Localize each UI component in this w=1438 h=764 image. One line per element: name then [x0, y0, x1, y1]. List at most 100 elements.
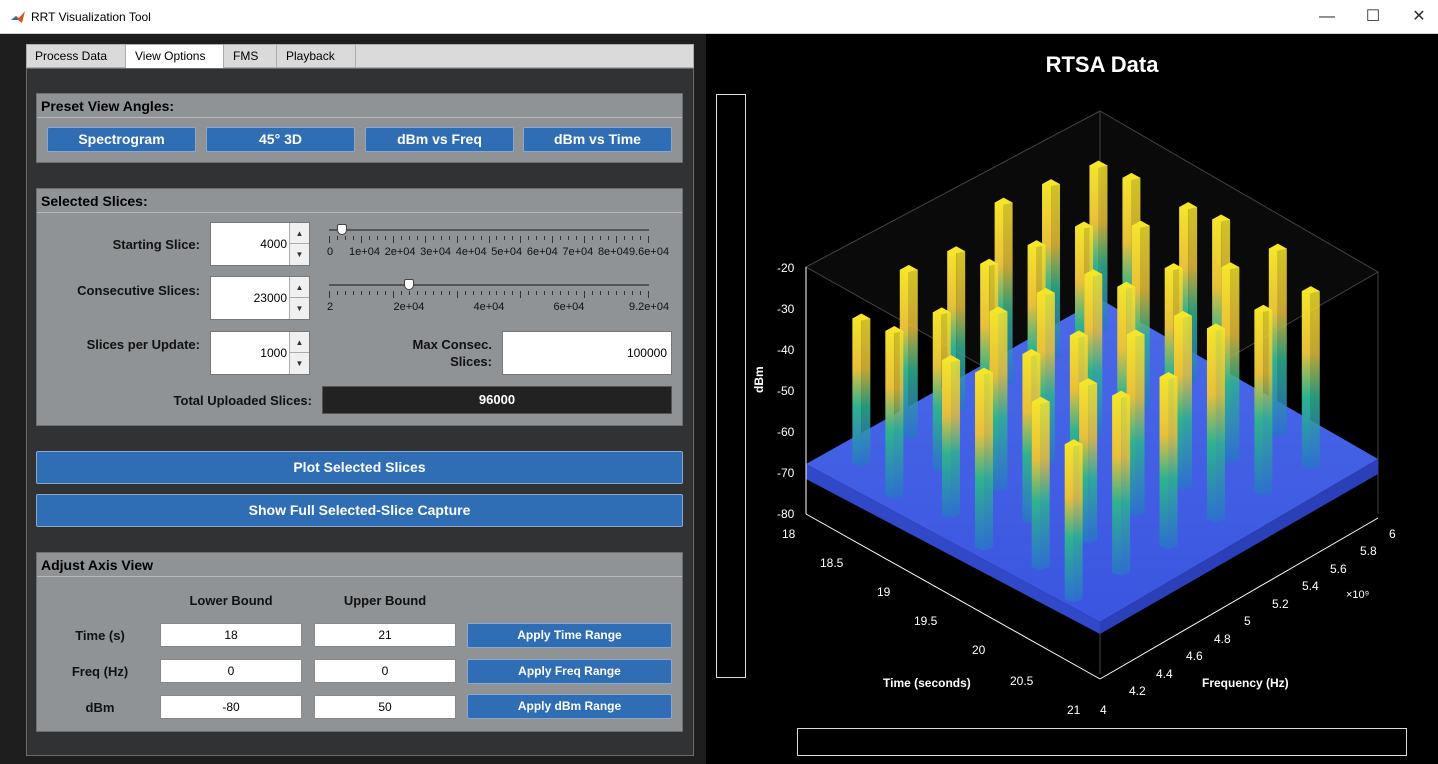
time-upper-input[interactable]: 21 [314, 623, 456, 647]
peak-right-face [1182, 312, 1192, 490]
slider-tick-label: 9.2e+04 [629, 301, 670, 313]
spectrogram-button[interactable]: Spectrogram [47, 127, 196, 152]
slider-tick-label: 6e+04 [553, 301, 585, 313]
slider-tick-label: 0 [327, 246, 334, 258]
peak-right-face [984, 369, 994, 551]
increment-icon[interactable]: ▲ [290, 223, 309, 244]
minimize-button[interactable]: — [1304, 0, 1350, 34]
peak-left-face [1112, 392, 1122, 576]
adjust-axis-title: Adjust Axis View [41, 557, 154, 573]
max-consec-slices-label: Max Consec. Slices: [412, 337, 492, 369]
slider-ticks [329, 291, 649, 299]
peak-left-face [1022, 350, 1032, 524]
z-tick: -70 [777, 466, 795, 480]
apply-time-range-button[interactable]: Apply Time Range [467, 623, 672, 648]
freq-tick: 4.4 [1156, 667, 1173, 681]
decrement-icon[interactable]: ▼ [290, 298, 309, 319]
tab-playback[interactable]: Playback [277, 45, 356, 68]
freq-tick: 4.2 [1129, 684, 1146, 698]
total-uploaded-label: Total Uploaded Slices: [173, 393, 312, 408]
peak-left-face [1064, 441, 1074, 603]
slider-tick-label: 6e+04 [526, 246, 558, 258]
slider-tick-label: 2 [327, 301, 334, 313]
dbm-vs-freq-button[interactable]: dBm vs Freq [365, 127, 514, 152]
consecutive-slices-spinner[interactable]: 23000 ▲ ▼ [210, 276, 310, 320]
peak-right-face [951, 357, 961, 519]
peak-left-face [1301, 288, 1311, 470]
slider-track [329, 229, 649, 231]
y-axis-label: Frequency (Hz) [1202, 676, 1289, 690]
rtsa-3d-surface-plot[interactable] [706, 34, 1438, 724]
peak-right-face [1073, 441, 1083, 603]
starting-slice-value: 4000 [260, 237, 287, 251]
freq-tick: 4.6 [1186, 649, 1203, 663]
time-tick: 18.5 [820, 556, 844, 570]
dbm-lower-input[interactable]: -80 [160, 695, 302, 719]
starting-slice-slider[interactable]: 0 1e+04 2e+04 3e+04 4e+04 5e+04 6e+04 7e+04 8e+0… [327, 224, 669, 262]
slider-tick-label: 1e+04 [349, 246, 380, 258]
apply-dbm-range-button[interactable]: Apply dBm Range [467, 694, 672, 719]
slider-tick-label: 3e+04 [420, 246, 452, 258]
bottom-scroll-box[interactable] [797, 728, 1407, 756]
time-tick: 19.5 [914, 614, 938, 628]
time-tick: 21 [1067, 703, 1081, 717]
peak-right-face [1310, 288, 1320, 470]
freq-tick: 5.8 [1360, 544, 1377, 558]
decrement-icon[interactable]: ▼ [290, 244, 309, 265]
peak-left-face [852, 315, 862, 467]
freq-exponent-label: ×10⁹ [1346, 589, 1370, 601]
slices-per-update-spinner[interactable]: 1000 ▲ ▼ [210, 331, 310, 375]
decrement-icon[interactable]: ▼ [290, 353, 309, 374]
upper-bound-header: Upper Bound [343, 593, 427, 608]
z-tick: -80 [777, 507, 795, 521]
freq-range-label: Freq (Hz) [71, 664, 129, 679]
peak-right-face [998, 308, 1008, 492]
panel-divider [37, 212, 682, 213]
starting-slice-spinner[interactable]: 4000 ▲ ▼ [210, 222, 310, 266]
peak-right-face [894, 327, 904, 499]
panel-divider [37, 576, 682, 577]
view-45-3d-button[interactable]: 45° 3D [206, 127, 355, 152]
z-tick: -60 [777, 425, 795, 439]
tab-process-data[interactable]: Process Data [26, 45, 126, 68]
peak-right-face [1040, 398, 1050, 570]
z-tick: -20 [777, 261, 795, 275]
dbm-upper-input[interactable]: 50 [314, 695, 456, 719]
slider-tick-label: 2e+04 [384, 246, 416, 258]
peak-left-face [932, 309, 942, 473]
slider-thumb[interactable] [337, 224, 348, 235]
time-tick: 18 [782, 527, 796, 541]
time-tick: 19 [877, 585, 891, 599]
freq-tick: 5 [1244, 614, 1251, 628]
total-uploaded-value: 96000 [322, 386, 672, 414]
maximize-button[interactable]: ☐ [1350, 0, 1396, 34]
tab-fms[interactable]: FMS [224, 45, 277, 68]
slider-tick-label: 4e+04 [455, 246, 487, 258]
lower-bound-header: Lower Bound [189, 593, 273, 608]
increment-icon[interactable]: ▲ [290, 332, 309, 353]
preset-view-title: Preset View Angles: [41, 98, 175, 114]
z-axis-label: dBm [752, 366, 766, 393]
slider-thumb[interactable] [403, 279, 414, 290]
increment-icon[interactable]: ▲ [290, 277, 309, 298]
selected-slices-title: Selected Slices: [41, 193, 148, 209]
time-lower-input[interactable]: 18 [160, 623, 302, 647]
tab-view-options[interactable]: View Options [126, 45, 224, 69]
slider-tick-label: 5e+04 [491, 246, 523, 258]
slider-tick-label: 9.6e+04 [629, 246, 670, 258]
consecutive-slices-slider[interactable]: 2 2e+04 4e+04 6e+04 9.2e+04 [327, 279, 669, 317]
time-range-label: Time (s) [75, 628, 125, 643]
freq-upper-input[interactable]: 0 [314, 659, 456, 683]
apply-freq-range-button[interactable]: Apply Freq Range [467, 659, 672, 684]
max-consec-slices-field[interactable]: 100000 [502, 331, 672, 375]
show-full-capture-button[interactable]: Show Full Selected-Slice Capture [36, 494, 683, 527]
peak-left-face [1254, 306, 1264, 496]
peak-right-face [908, 266, 918, 440]
dbm-vs-time-button[interactable]: dBm vs Time [523, 127, 672, 152]
freq-tick: 4 [1100, 703, 1107, 717]
close-button[interactable]: ✕ [1396, 0, 1438, 34]
panel-divider [37, 117, 682, 118]
freq-lower-input[interactable]: 0 [160, 659, 302, 683]
peak-left-face [1031, 398, 1041, 570]
plot-selected-slices-button[interactable]: Plot Selected Slices [36, 451, 683, 484]
